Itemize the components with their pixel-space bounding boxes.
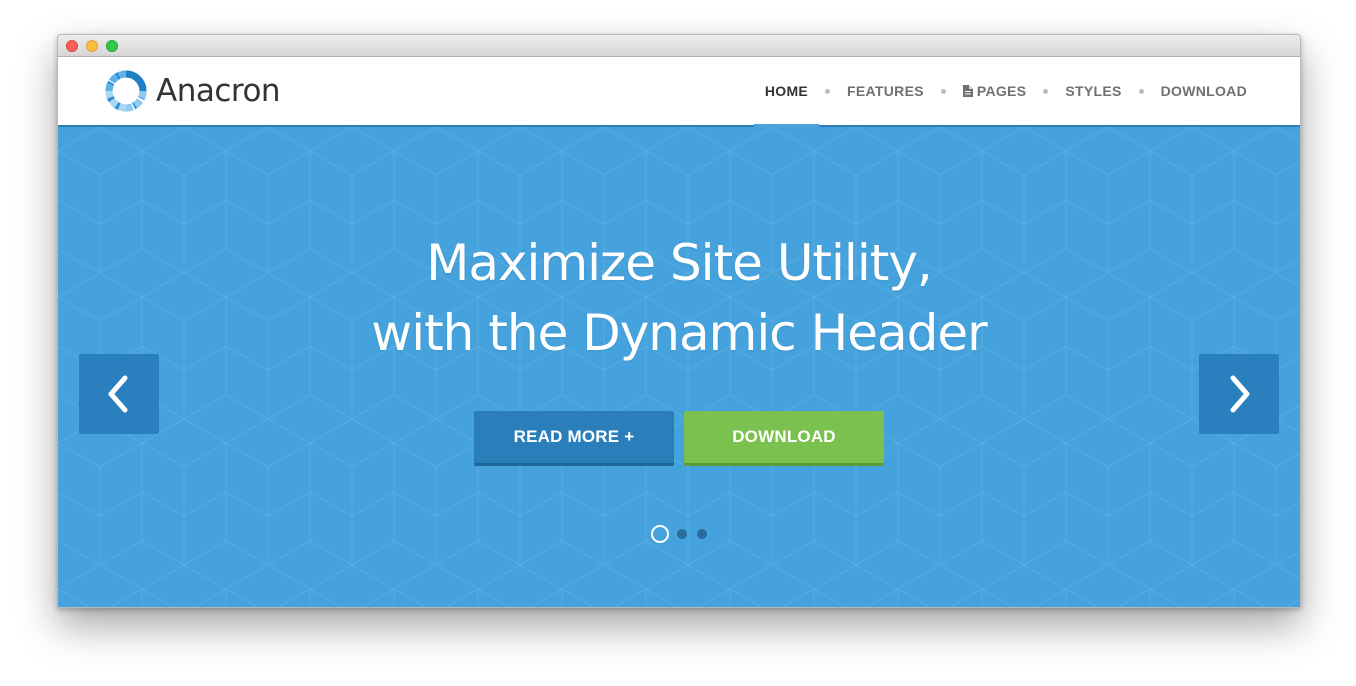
menu-separator (1043, 88, 1049, 94)
nav-item-styles[interactable]: STYLES (1054, 57, 1132, 125)
menu-separator (825, 88, 831, 94)
hero-headline-line-2: with the Dynamic Header (371, 304, 987, 362)
menu-separator (1138, 88, 1144, 94)
browser-window: Anacron HOME FEATURES PAGES STYLES DOWNL… (57, 34, 1301, 608)
download-button[interactable]: DOWNLOAD (684, 411, 884, 463)
nav-item-label: DOWNLOAD (1160, 83, 1247, 99)
window-titlebar (58, 35, 1300, 57)
hero-slider: Maximize Site Utility, with the Dynamic … (58, 127, 1300, 607)
brand-link[interactable]: Anacron (102, 67, 281, 115)
next-slide-button[interactable] (1199, 354, 1279, 434)
slide-pagination (651, 525, 717, 543)
main-menu: HOME FEATURES PAGES STYLES DOWNLOAD (753, 57, 1258, 127)
nav-item-label: FEATURES (847, 83, 924, 99)
nav-item-label: HOME (764, 83, 809, 99)
site-navbar: Anacron HOME FEATURES PAGES STYLES DOWNL… (58, 57, 1300, 127)
zoom-window-button[interactable] (106, 40, 118, 52)
minimize-window-button[interactable] (86, 40, 98, 52)
previous-slide-button[interactable] (79, 354, 159, 434)
chevron-right-icon (1230, 375, 1250, 413)
brand-name: Anacron (156, 73, 281, 109)
nav-item-label: STYLES (1065, 83, 1122, 99)
nav-item-features[interactable]: FEATURES (836, 57, 935, 125)
hero-headline-line-1: Maximize Site Utility, (426, 234, 933, 292)
anacron-logo-icon (105, 70, 147, 112)
page-icon (962, 85, 973, 97)
read-more-button[interactable]: READ MORE + (474, 411, 674, 463)
nav-item-pages[interactable]: PAGES (952, 57, 1037, 125)
slide-dot-2[interactable] (677, 529, 687, 539)
nav-item-home[interactable]: HOME (753, 57, 820, 127)
nav-item-download[interactable]: DOWNLOAD (1150, 57, 1258, 125)
nav-item-label: PAGES (976, 83, 1027, 99)
slide-dot-1[interactable] (651, 525, 669, 543)
close-window-button[interactable] (66, 40, 78, 52)
slide-dot-3[interactable] (697, 529, 707, 539)
chevron-left-icon (108, 375, 128, 413)
menu-separator (940, 88, 946, 94)
